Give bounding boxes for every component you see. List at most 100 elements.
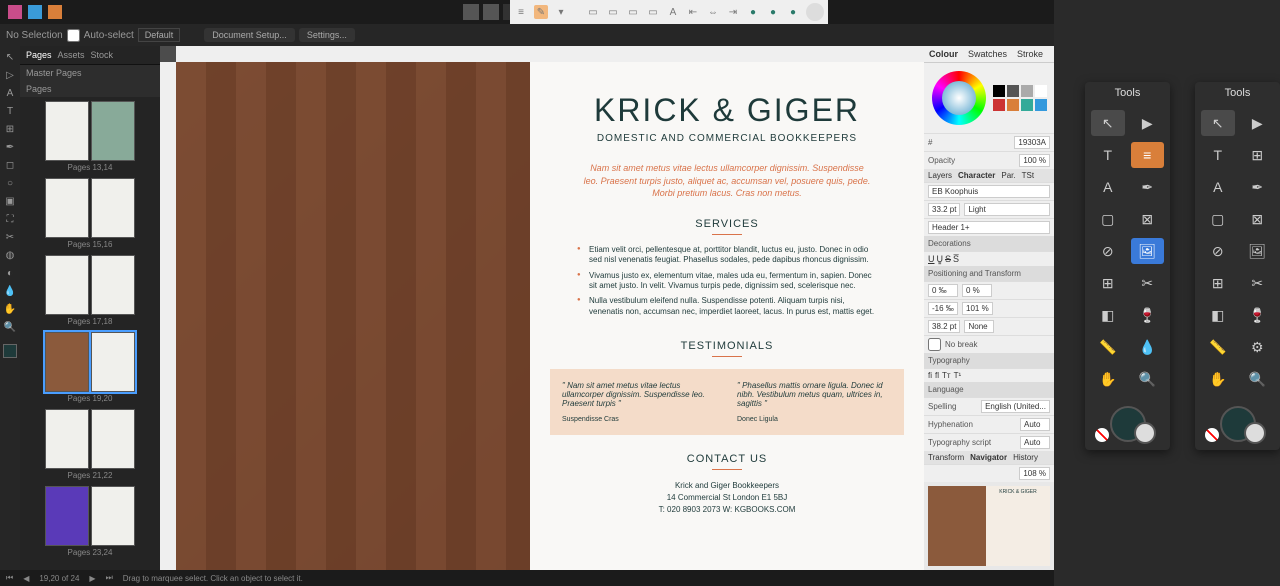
leading-field[interactable]: 38.2 pt [928,320,960,333]
move-tool-icon[interactable]: ↖ [1201,110,1235,136]
page-indicator[interactable]: 19,20 of 24 [39,574,79,583]
dropdown-icon[interactable]: ▾ [554,5,568,19]
circle-icon-1[interactable]: ● [746,5,760,19]
double-underline-icon[interactable]: U̳ [937,254,944,264]
kerning-field[interactable]: None [964,320,994,333]
hyphenation-dropdown[interactable]: Auto [1020,418,1050,431]
pen-icon[interactable]: ✒ [1241,174,1275,200]
superscript-icon[interactable]: T¹ [954,371,962,380]
pages-tab[interactable]: Pages [26,50,52,60]
page-thumb[interactable]: Pages 15,16 [24,178,156,249]
overline-icon[interactable]: S̅ [953,254,959,264]
no-icon[interactable]: ⊘ [1201,238,1235,264]
colour-swatches[interactable] [1195,398,1280,450]
zoom-field[interactable]: 108 % [1019,467,1050,480]
zoom-icon[interactable]: 🔍 [1241,366,1275,392]
ruler-icon[interactable]: 📏 [1201,334,1235,360]
art-text-icon[interactable]: A [1201,174,1235,200]
rectangle-icon[interactable]: ▢ [1201,206,1235,232]
ellipse-tool-icon[interactable]: ○ [3,176,17,190]
document-setup-button[interactable]: Document Setup... [204,28,295,42]
assets-tab[interactable]: Assets [58,50,85,60]
eyedropper-icon[interactable]: 💧 [1131,334,1165,360]
circle-icon-3[interactable]: ● [786,5,800,19]
layers-subtab[interactable]: Layers [928,171,952,180]
positioning-section[interactable]: Positioning and Transform [924,266,1054,281]
app-switcher-designer-icon[interactable] [28,5,42,19]
canvas[interactable]: KRICK & GIGER DOMESTIC AND COMMERCIAL BO… [160,46,924,570]
pen-icon[interactable]: ✒ [1131,174,1165,200]
typography-script-dropdown[interactable]: Auto [1020,436,1050,449]
crossed-rect-icon[interactable]: ⊠ [1241,206,1275,232]
colour-swatches[interactable] [1085,398,1170,450]
direct-select-icon[interactable]: ▶ [1241,110,1275,136]
app-switcher-publisher-icon[interactable] [48,5,62,19]
table-tool-icon[interactable]: ⊞ [3,122,17,136]
gradient-icon[interactable]: ◧ [1091,302,1125,328]
text-frame-icon[interactable]: T [1201,142,1235,168]
stock-tab[interactable]: Stock [91,50,114,60]
hand-icon[interactable]: ✋ [1201,366,1235,392]
page-thumb[interactable]: Pages 21,22 [24,409,156,480]
text-style-dropdown[interactable]: Header 1+ [928,221,1050,234]
vector-crop-icon[interactable]: ✂ [3,230,17,244]
arrange-icon-4[interactable]: ▭ [646,5,660,19]
navigator-tab[interactable]: Navigator [970,453,1007,462]
page-thumb[interactable]: Pages 23,24 [24,486,156,557]
node-tool-icon[interactable]: ▷ [3,68,17,82]
crop-icon[interactable]: ✂ [1241,270,1275,296]
table-tool-icon[interactable]: ⊞ [1241,142,1275,168]
paragraph-subtab[interactable]: Par. [1001,171,1015,180]
decorations-section[interactable]: Decorations [924,236,1054,251]
prev-page-icon[interactable]: ◀ [23,574,29,583]
baseline-field[interactable]: -16 ‰ [928,302,958,315]
app-switcher-photo-icon[interactable] [8,5,22,19]
ligature-icon-2[interactable]: fl [935,371,939,380]
tools-palette-2[interactable]: Tools ↖ ▶ T ⊞ A ✒ ▢ ⊠ ⊘ 🖼 ⊞ ✂ ◧ 🍷 📏 ⚙ ✋ … [1195,82,1280,450]
spelling-dropdown[interactable]: English (United... [981,400,1050,413]
align-left-icon[interactable]: ⇤ [686,5,700,19]
transform-tab[interactable]: Transform [928,453,964,462]
text-frame-icon[interactable]: T [1091,142,1125,168]
font-family-dropdown[interactable]: EB Koophuis [928,185,1050,198]
crop-icon[interactable]: ✂ [1131,270,1165,296]
colour-tab[interactable]: Colour [924,46,963,62]
document-page-right[interactable]: KRICK & GIGER DOMESTIC AND COMMERCIAL BO… [530,62,924,570]
settings-slider-icon[interactable]: ⚙ [1241,334,1275,360]
underline-icon[interactable]: U [928,254,935,264]
glass-icon[interactable]: 🍷 [1131,302,1165,328]
page-thumb[interactable]: Pages 13,14 [24,101,156,172]
strikethrough-icon[interactable]: S [945,254,951,264]
auto-select-checkbox[interactable] [67,29,80,42]
transparency-tool-icon[interactable]: ◐ [3,266,17,280]
art-text-tool-icon[interactable]: A [3,86,17,100]
align-center-icon[interactable]: ⇔ [706,5,720,19]
navigator-preview[interactable]: KRICK & GIGER [924,482,1054,570]
fill-tool-icon[interactable]: ◍ [3,248,17,262]
frame-text-tool-icon[interactable]: T [3,104,17,118]
zoom-icon[interactable]: 🔍 [1131,366,1165,392]
shape-tool-icon[interactable]: ◻ [3,158,17,172]
language-section[interactable]: Language [924,382,1054,397]
history-tab[interactable]: History [1013,453,1038,462]
arrange-icon[interactable]: ▭ [586,5,600,19]
none-colour-icon[interactable] [1205,428,1219,442]
tools-palette[interactable]: Tools ↖ ▶ T ≡ A ✒ ▢ ⊠ ⊘ 🖼 ⊞ ✂ ◧ 🍷 📏 💧 ✋ … [1085,82,1170,450]
last-page-icon[interactable]: ⏭ [106,573,113,583]
textstyles-subtab[interactable]: TSt [1022,171,1034,180]
stroke-tab[interactable]: Stroke [1012,46,1048,62]
ruler-icon[interactable]: 📏 [1091,334,1125,360]
font-weight-dropdown[interactable]: Light [964,203,1050,216]
zoom-tool-icon[interactable]: 🔍 [3,320,17,334]
circle-icon-2[interactable]: ● [766,5,780,19]
place-image-icon[interactable]: ⛶ [3,212,17,226]
page-thumb[interactable]: Pages 17,18 [24,255,156,326]
persona-icon-1[interactable] [463,4,479,20]
rectangle-icon[interactable]: ▢ [1091,206,1125,232]
hex-field[interactable]: 19303A [1014,136,1050,149]
align-right-icon[interactable]: ⇥ [726,5,740,19]
no-icon[interactable]: ⊘ [1091,238,1125,264]
typography-section[interactable]: Typography [924,353,1054,368]
hand-icon[interactable]: ✋ [1091,366,1125,392]
direct-select-icon[interactable]: ▶ [1131,110,1165,136]
